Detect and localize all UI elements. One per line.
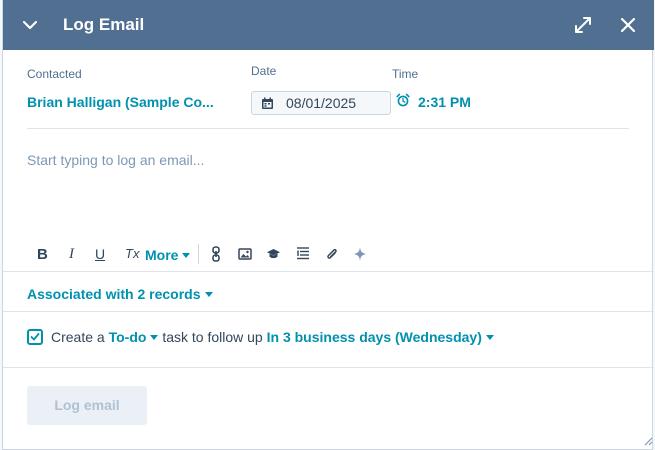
log-email-button[interactable]: Log email [27,386,147,425]
knowledge-base-icon[interactable] [266,248,281,260]
date-value: 08/01/2025 [286,95,357,111]
contacted-dropdown[interactable]: Brian Halligan (Sample Co... [27,94,214,110]
time-label: Time [392,67,419,81]
task-middle-text: task to follow up [162,329,263,345]
italic-icon[interactable]: I [69,246,74,263]
clear-format-icon[interactable]: Tx [125,246,139,261]
bold-icon[interactable]: B [37,246,48,263]
attachment-icon[interactable] [325,246,338,262]
ai-sparkle-icon[interactable] [353,246,367,262]
task-due-dropdown[interactable]: In 3 business days (Wednesday) [267,329,494,345]
resize-handle-icon[interactable] [641,434,653,446]
associations-label: Associated with 2 records [27,286,201,302]
task-prefix: Create a [51,329,105,345]
image-icon[interactable] [238,248,252,260]
follow-up-task-line: Create a To-do task to follow up In 3 bu… [51,329,494,345]
task-type-label: To-do [108,329,147,345]
panel-title: Log Email [63,15,145,34]
expand-icon[interactable] [574,16,592,34]
toolbar-divider [3,271,654,272]
collapse-chevron-icon[interactable] [21,17,39,33]
panel-header: Log Email [3,0,654,50]
calendar-icon [262,97,273,109]
date-label: Date [251,64,277,78]
caret-down-icon [204,291,213,297]
create-task-checkbox[interactable] [27,329,43,345]
caret-down-icon [182,252,191,258]
snippet-icon[interactable] [296,246,310,261]
caret-down-icon [150,334,159,340]
link-icon[interactable] [210,246,222,262]
underline-icon[interactable]: U [95,246,105,262]
log-email-panel: Log Email Contacted Date Time Brian Hall… [2,0,654,450]
toolbar-separator [198,244,199,264]
date-input[interactable]: 08/01/2025 [251,91,391,115]
associations-dropdown[interactable]: Associated with 2 records [27,286,213,302]
email-body-editor[interactable]: Start typing to log an email... [27,152,204,168]
fields-divider [27,128,629,129]
task-due-label: In 3 business days (Wednesday) [266,329,482,345]
time-dropdown[interactable]: 2:31 PM [418,94,471,110]
task-type-dropdown[interactable]: To-do [109,329,159,345]
more-label: More [145,247,179,263]
task-divider [3,367,654,368]
caret-down-icon [485,334,494,340]
more-format-dropdown[interactable]: More [145,247,191,263]
contacted-label: Contacted [27,67,82,81]
checkmark-icon [30,333,40,341]
alarm-clock-icon [396,93,410,107]
associations-divider [3,311,654,312]
close-icon[interactable] [619,16,637,34]
